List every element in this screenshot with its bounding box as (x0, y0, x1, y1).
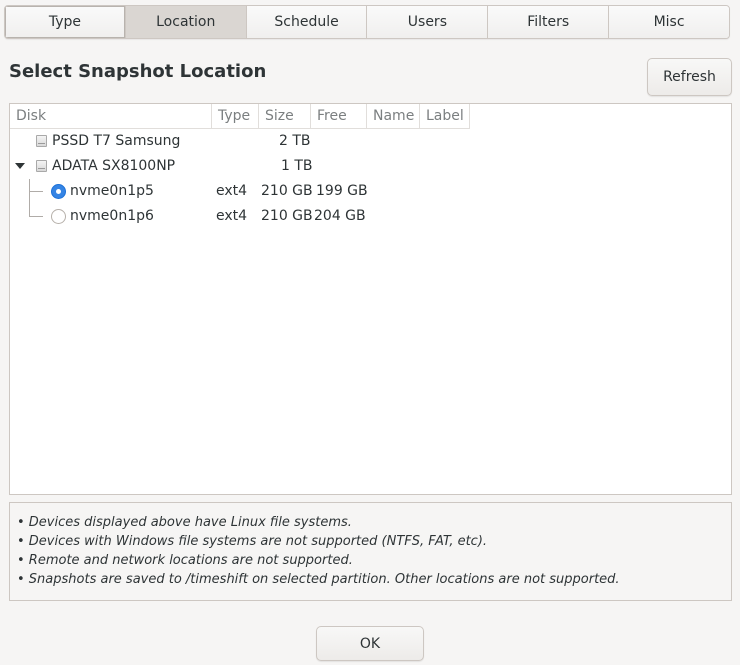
notes-panel: • Devices displayed above have Linux fil… (9, 502, 732, 601)
table-row[interactable]: ADATA SX8100NP 1 TB (10, 154, 470, 179)
note-line: • Remote and network locations are not s… (17, 553, 353, 568)
device-tree-view[interactable]: Disk Type Size Free Name Label PSSD T7 S… (9, 103, 732, 495)
row-size: 210 GB (261, 183, 313, 199)
refresh-button[interactable]: Refresh (647, 58, 732, 96)
column-header-label[interactable]: Label (420, 104, 470, 128)
column-header-size[interactable]: Size (259, 104, 311, 128)
row-disk: ADATA SX8100NP (52, 158, 176, 174)
tab-users[interactable]: Users (367, 6, 489, 38)
disk-drive-icon (36, 135, 47, 147)
row-free: 204 GB (314, 208, 366, 224)
page-title: Select Snapshot Location (9, 61, 267, 82)
column-header-type[interactable]: Type (212, 104, 259, 128)
row-size: 2 TB (279, 133, 311, 149)
row-size: 1 TB (281, 158, 313, 174)
column-header-free[interactable]: Free (311, 104, 367, 128)
tab-type[interactable]: Type (5, 6, 126, 38)
row-type: ext4 (216, 208, 248, 224)
note-line: • Devices displayed above have Linux fil… (17, 515, 352, 530)
tab-bar: Type Location Schedule Users Filters Mis… (4, 5, 730, 39)
note-line: • Devices with Windows file systems are … (17, 534, 488, 549)
row-disk: PSSD T7 Samsung (52, 133, 181, 149)
note-line: • Snapshots are saved to /timeshift on s… (17, 572, 620, 587)
column-header-name[interactable]: Name (367, 104, 420, 128)
row-disk: nvme0n1p6 (70, 208, 154, 224)
tab-location[interactable]: Location (125, 6, 247, 38)
table-row[interactable]: nvme0n1p6 ext4 210 GB 204 GB (10, 204, 470, 229)
row-free: 199 GB (316, 183, 368, 199)
column-header-disk[interactable]: Disk (10, 104, 212, 128)
tab-schedule[interactable]: Schedule (246, 6, 368, 38)
expander-down-icon[interactable] (15, 163, 25, 169)
row-type: ext4 (216, 183, 248, 199)
table-header: Disk Type Size Free Name Label (10, 104, 470, 129)
table-row[interactable]: PSSD T7 Samsung 2 TB (10, 129, 470, 154)
table-row[interactable]: nvme0n1p5 ext4 210 GB 199 GB (10, 179, 470, 204)
tab-misc[interactable]: Misc (609, 6, 729, 38)
disk-drive-icon (36, 160, 47, 172)
ok-button[interactable]: OK (316, 626, 424, 661)
partition-radio-selected[interactable] (51, 184, 66, 199)
partition-radio[interactable] (51, 209, 66, 224)
tab-filters[interactable]: Filters (488, 6, 610, 38)
row-size: 210 GB (261, 208, 313, 224)
row-disk: nvme0n1p5 (70, 183, 154, 199)
